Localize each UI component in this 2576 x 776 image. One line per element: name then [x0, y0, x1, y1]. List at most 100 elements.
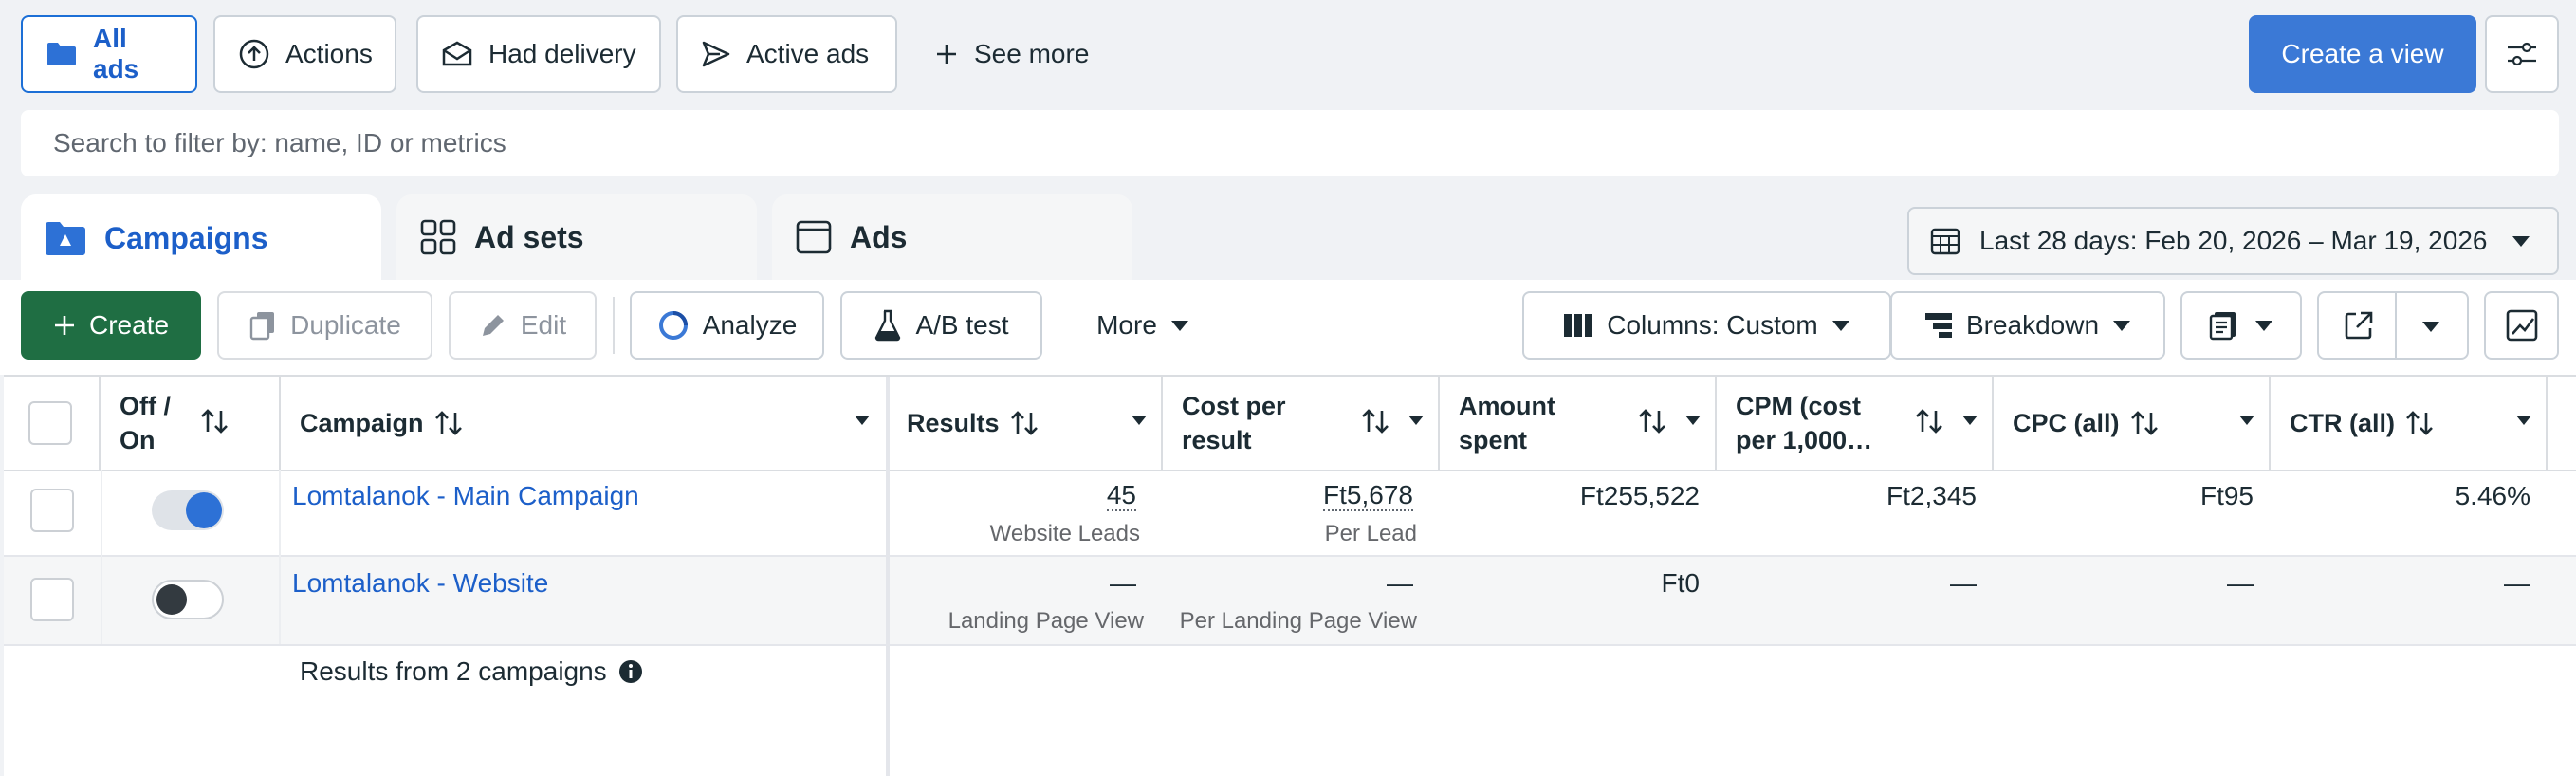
header-cpm[interactable]: CPM (cost per 1,000…: [1717, 377, 1994, 470]
date-range-label: Last 28 days: Feb 20, 2026 – Mar 19, 202…: [1979, 226, 2488, 255]
tab-ads[interactable]: Ads: [772, 194, 1132, 280]
columns-button[interactable]: Columns: Custom: [1522, 291, 1891, 360]
sort-icon[interactable]: [1360, 407, 1390, 435]
results-type: Landing Page View: [948, 608, 1144, 634]
chevron-down-icon[interactable]: [1961, 415, 1978, 426]
folder-icon: [46, 41, 78, 67]
columns-label: Columns: Custom: [1607, 310, 1818, 340]
chart-toggle-button[interactable]: [2484, 291, 2559, 360]
edit-label: Edit: [520, 310, 567, 340]
export-button[interactable]: [2317, 291, 2469, 360]
reports-button[interactable]: [2180, 291, 2302, 360]
cpm-value: —: [1950, 568, 1977, 598]
info-icon[interactable]: [618, 659, 643, 684]
chevron-down-icon[interactable]: [1131, 415, 1148, 426]
more-button[interactable]: More: [1072, 291, 1214, 360]
analyze-button[interactable]: Analyze: [630, 291, 824, 360]
sort-icon[interactable]: [2129, 409, 2160, 437]
tab-campaigns[interactable]: Campaigns: [21, 194, 381, 282]
header-label: spent: [1459, 426, 1528, 454]
calendar-icon: [1930, 226, 1960, 256]
ab-test-label: A/B test: [915, 310, 1009, 340]
header-select-all: [4, 377, 101, 470]
sort-icon[interactable]: [1914, 407, 1944, 435]
flask-icon: [874, 309, 902, 342]
toolbar-divider: [613, 297, 615, 354]
view-settings-button[interactable]: [2485, 15, 2559, 93]
sort-icon[interactable]: [199, 407, 230, 435]
breakdown-button[interactable]: Breakdown: [1890, 291, 2165, 360]
row-checkbox[interactable]: [30, 578, 74, 621]
campaign-name-link[interactable]: Lomtalanok - Main Campaign: [292, 481, 639, 511]
header-divider: [4, 470, 2576, 471]
chevron-down-icon: [2112, 319, 2131, 332]
search-placeholder: Search to filter by: name, ID or metrics: [53, 128, 506, 157]
ctr-value: —: [2504, 568, 2530, 598]
header-off-on[interactable]: Off / On: [101, 377, 281, 470]
results-value[interactable]: 45: [1106, 481, 1136, 511]
breakdown-label: Breakdown: [1965, 310, 2100, 340]
chevron-down-icon[interactable]: [2421, 320, 2440, 333]
chevron-down-icon[interactable]: [2238, 415, 2255, 426]
chart-icon: [2506, 309, 2538, 342]
send-icon: [701, 40, 731, 68]
date-range-picker[interactable]: Last 28 days: Feb 20, 2026 – Mar 19, 202…: [1907, 207, 2559, 275]
chevron-down-icon[interactable]: [1684, 415, 1702, 426]
view-label: Active ads: [746, 39, 870, 68]
ab-test-button[interactable]: A/B test: [840, 291, 1042, 360]
campaign-name-link[interactable]: Lomtalanok - Website: [292, 568, 548, 599]
sort-icon[interactable]: [2404, 409, 2435, 437]
sort-icon[interactable]: [1009, 409, 1040, 437]
header-cost-per-result[interactable]: Cost per result: [1163, 377, 1440, 470]
tab-label: Campaigns: [104, 220, 268, 255]
header-label: Campaign: [300, 408, 424, 437]
create-view-button[interactable]: Create a view: [2249, 15, 2476, 93]
view-actions[interactable]: Actions: [213, 15, 396, 93]
header-label: On: [120, 426, 156, 454]
edit-button[interactable]: Edit: [449, 291, 597, 360]
header-cpc[interactable]: CPC (all): [1994, 377, 2271, 470]
campaigns-table: Off / On Campaign Results Cost per result …: [4, 375, 2576, 776]
sliders-icon: [2506, 40, 2538, 68]
chevron-down-icon[interactable]: [2515, 415, 2532, 426]
create-button[interactable]: Create: [21, 291, 201, 360]
header-amount-spent[interactable]: Amount spent: [1440, 377, 1717, 470]
view-active-ads[interactable]: Active ads: [676, 15, 897, 93]
campaign-toggle-on[interactable]: [152, 490, 224, 530]
duplicate-label: Duplicate: [290, 310, 401, 340]
header-label: Results: [907, 408, 1000, 437]
amount-spent-value: Ft0: [1661, 568, 1700, 598]
sort-icon[interactable]: [1637, 407, 1667, 435]
view-had-delivery[interactable]: Had delivery: [416, 15, 661, 93]
header-results[interactable]: Results: [888, 377, 1163, 470]
row-divider: [4, 644, 2576, 646]
cost-per-result-value: —: [1387, 568, 1413, 598]
search-input[interactable]: Search to filter by: name, ID or metrics: [21, 110, 2559, 176]
sort-icon[interactable]: [433, 409, 464, 437]
view-label: All ads: [93, 24, 139, 83]
tab-ad-sets[interactable]: Ad sets: [396, 194, 757, 280]
upload-circle-icon: [238, 38, 270, 70]
campaign-toggle-off[interactable]: [152, 580, 224, 619]
header-ctr[interactable]: CTR (all): [2271, 377, 2548, 470]
export-divider: [2395, 293, 2397, 358]
more-label: More: [1096, 310, 1157, 340]
select-all-checkbox[interactable]: [28, 401, 72, 445]
duplicate-button[interactable]: Duplicate: [217, 291, 432, 360]
summary-label: Results from 2 campaigns: [300, 656, 607, 686]
view-all-ads[interactable]: All ads: [21, 15, 197, 93]
chevron-down-icon[interactable]: [1408, 415, 1425, 426]
header-label: per 1,000…: [1736, 426, 1873, 454]
header-label: CPC (all): [2013, 408, 2120, 437]
cost-per-result-value[interactable]: Ft5,678: [1323, 481, 1413, 511]
chevron-down-icon[interactable]: [854, 415, 871, 426]
results-value: —: [1110, 568, 1136, 598]
header-campaign[interactable]: Campaign: [281, 377, 888, 470]
columns-icon: [1563, 313, 1593, 338]
row-checkbox[interactable]: [30, 489, 74, 532]
chevron-down-icon: [1170, 319, 1189, 332]
see-more-button[interactable]: See more: [934, 15, 1089, 93]
tab-label: Ad sets: [474, 219, 584, 254]
header-label: Off /: [120, 392, 171, 420]
export-icon: [2344, 310, 2374, 341]
